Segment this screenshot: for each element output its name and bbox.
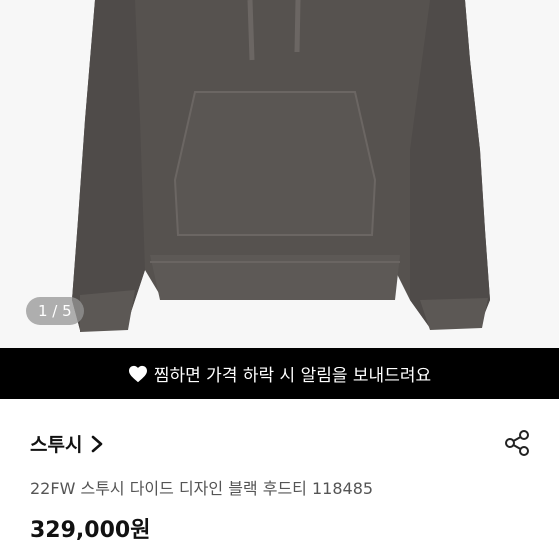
wishlist-alert-banner[interactable]: 찜하면 가격 하락 시 알림을 보내드려요: [0, 348, 559, 399]
image-counter: 1 / 5: [26, 297, 84, 325]
hoodie-photo: [72, 0, 490, 332]
chevron-right-icon: [92, 435, 103, 452]
store-link[interactable]: 스투시: [30, 430, 104, 457]
product-image-carousel[interactable]: 1 / 5: [0, 0, 559, 348]
product-title: 22FW 스투시 다이드 디자인 블랙 후드티 118485: [30, 479, 374, 498]
heart-icon: [128, 365, 147, 382]
product-price: 329,000원: [30, 518, 151, 543]
store-name: 스투시: [30, 434, 83, 456]
share-icon[interactable]: [502, 428, 532, 458]
banner-text: 찜하면 가격 하락 시 알림을 보내드려요: [153, 366, 432, 386]
